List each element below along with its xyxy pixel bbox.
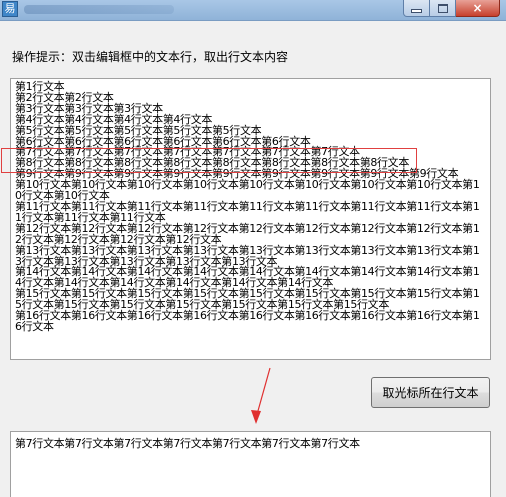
title-bar: 易 × bbox=[0, 0, 506, 21]
editbox-lines: 第1行文本 第2行文本第2行文本 第3行文本第3行文本第3行文本 第4行文本第4行文本… bbox=[15, 81, 485, 333]
editbox-line[interactable]: 第16行文本第16行文本第16行文本第16行文本第16行文本第16行文本第16行… bbox=[15, 310, 485, 333]
close-icon: × bbox=[472, 1, 483, 15]
editbox-line[interactable]: 第15行文本第15行文本第15行文本第15行文本第15行文本第15行文本第15行… bbox=[15, 288, 485, 311]
minimize-button[interactable] bbox=[403, 0, 430, 17]
result-editbox[interactable]: 第7行文本第7行文本第7行文本第7行文本第7行文本第7行文本第7行文本 bbox=[10, 431, 491, 497]
close-button[interactable]: × bbox=[456, 0, 500, 17]
corner-mark bbox=[436, 491, 486, 497]
arrow-line bbox=[255, 367, 271, 419]
editbox-line[interactable]: 第10行文本第10行文本第10行文本第10行文本第10行文本第10行文本第10行… bbox=[15, 179, 485, 202]
editbox-line[interactable]: 第12行文本第12行文本第12行文本第12行文本第12行文本第12行文本第12行… bbox=[15, 223, 485, 246]
editbox-line[interactable]: 第11行文本第11行文本第11行文本第11行文本第11行文本第11行文本第11行… bbox=[15, 201, 485, 224]
minimize-icon bbox=[411, 9, 422, 13]
get-cursor-line-button[interactable]: 取光标所在行文本 bbox=[371, 377, 490, 408]
arrow-head bbox=[251, 410, 261, 424]
maximize-icon bbox=[437, 3, 448, 13]
editbox-line[interactable]: 第14行文本第14行文本第14行文本第14行文本第14行文本第14行文本第14行… bbox=[15, 266, 485, 289]
window-controls: × bbox=[403, 0, 500, 17]
operation-hint: 操作提示：双击编辑框中的文本行，取出行文本内容 bbox=[12, 50, 289, 64]
app-icon: 易 bbox=[2, 1, 18, 17]
result-text: 第7行文本第7行文本第7行文本第7行文本第7行文本第7行文本第7行文本 bbox=[15, 437, 360, 450]
window-title-blurred bbox=[24, 5, 174, 14]
multiline-editbox[interactable]: 第1行文本 第2行文本第2行文本 第3行文本第3行文本第3行文本 第4行文本第4行文本… bbox=[10, 78, 491, 360]
maximize-button[interactable] bbox=[430, 0, 456, 17]
